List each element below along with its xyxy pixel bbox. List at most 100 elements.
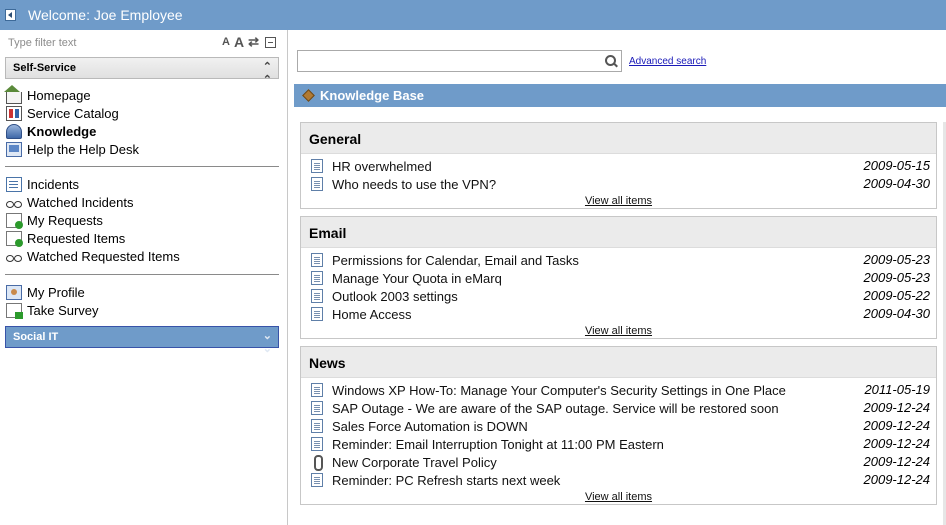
profile-icon <box>6 284 22 300</box>
home-icon <box>4 85 22 104</box>
survey-icon <box>6 302 23 319</box>
nav-item-label: Knowledge <box>27 123 97 139</box>
article-title-link[interactable]: Outlook 2003 settings <box>332 289 458 304</box>
kb-article-row[interactable]: Outlook 2003 settings 2009-05-22 <box>301 287 936 305</box>
help-desk-icon <box>6 141 22 157</box>
glasses-icon <box>6 249 22 264</box>
request-icon <box>6 212 23 229</box>
article-title-link[interactable]: Windows XP How-To: Manage Your Computer'… <box>332 383 786 398</box>
self-service-header[interactable]: Self-Service ⌃ ⌃ <box>5 57 279 86</box>
kb-article-row[interactable]: Windows XP How-To: Manage Your Computer'… <box>301 381 936 399</box>
article-date: 2009-05-23 <box>863 252 931 267</box>
article-date: 2009-05-23 <box>863 270 931 285</box>
article-title-link[interactable]: Sales Force Automation is DOWN <box>332 419 528 434</box>
kb-article-row[interactable]: Permissions for Calendar, Email and Task… <box>301 251 936 269</box>
nav-item-take-survey[interactable]: Take Survey <box>6 301 99 319</box>
article-date: 2009-12-24 <box>863 418 931 433</box>
advanced-search-link[interactable]: Advanced search <box>629 56 706 67</box>
article-date: 2009-05-15 <box>863 158 931 173</box>
article-title-link[interactable]: Permissions for Calendar, Email and Task… <box>332 253 579 268</box>
knowledge-cube-icon <box>302 89 315 102</box>
search-box <box>297 50 622 72</box>
catalog-icon <box>6 105 22 121</box>
view-all-items-link[interactable]: View all items <box>301 490 936 504</box>
kb-article-row[interactable]: Reminder: Email Interruption Tonight at … <box>301 435 936 453</box>
article-title-link[interactable]: Reminder: PC Refresh starts next week <box>332 473 560 488</box>
article-date: 2009-12-24 <box>863 454 931 469</box>
kb-article-row[interactable]: SAP Outage - We are aware of the SAP out… <box>301 399 936 417</box>
article-date: 2011-05-19 <box>864 382 930 397</box>
paperclip-icon <box>311 455 323 471</box>
nav-item-my-profile[interactable]: My Profile <box>6 283 99 301</box>
nav-item-watched-requested-items[interactable]: Watched Requested Items <box>6 247 180 265</box>
knowledge-base-title: Knowledge Base <box>320 88 425 103</box>
article-date: 2009-04-30 <box>863 176 931 191</box>
article-title-link[interactable]: SAP Outage - We are aware of the SAP out… <box>332 401 779 416</box>
self-service-label: Self-Service <box>13 62 76 74</box>
kb-section-news: News Windows XP How-To: Manage Your Compu… <box>300 346 937 505</box>
nav-item-label: Watched Requested Items <box>27 248 180 264</box>
kb-article-row[interactable]: Who needs to use the VPN? 2009-04-30 <box>301 175 936 193</box>
nav-item-label: Incidents <box>27 176 80 192</box>
nav-item-label: Service Catalog <box>27 105 119 121</box>
article-date: 2009-05-22 <box>863 288 931 303</box>
filter-input[interactable] <box>4 35 204 51</box>
nav-item-my-requests[interactable]: My Requests <box>6 211 180 229</box>
article-title-link[interactable]: HR overwhelmed <box>332 159 432 174</box>
social-it-label: Social IT <box>13 331 59 343</box>
filter-row: A A ⇄ <box>0 30 288 54</box>
list-icon <box>6 176 22 192</box>
document-icon <box>311 307 323 321</box>
welcome-text: Welcome: Joe Employee <box>28 7 183 23</box>
nav-item-watched-incidents[interactable]: Watched Incidents <box>6 193 180 211</box>
article-date: 2009-12-24 <box>863 400 931 415</box>
nav-item-help-the-help-desk[interactable]: Help the Help Desk <box>6 140 139 158</box>
view-all-items-link[interactable]: View all items <box>301 324 936 338</box>
nav-group-profile: My Profile Take Survey <box>6 283 99 319</box>
document-icon <box>311 159 323 173</box>
nav-item-service-catalog[interactable]: Service Catalog <box>6 104 139 122</box>
article-date: 2009-12-24 <box>863 436 931 451</box>
nav-item-incidents[interactable]: Incidents <box>6 175 180 193</box>
document-icon <box>311 401 323 415</box>
article-title-link[interactable]: Who needs to use the VPN? <box>332 177 496 192</box>
nav-item-label: Take Survey <box>27 302 99 318</box>
kb-article-row[interactable]: Reminder: PC Refresh starts next week 200… <box>301 471 936 489</box>
nav-item-knowledge[interactable]: Knowledge <box>6 122 139 140</box>
glasses-icon <box>6 195 22 210</box>
nav-item-homepage[interactable]: Homepage <box>4 85 139 104</box>
document-icon <box>311 383 323 397</box>
nav-group-requests: Incidents Watched Incidents My Requests Req… <box>6 175 180 265</box>
document-icon <box>311 253 323 267</box>
article-date: 2009-04-30 <box>863 306 931 321</box>
nav-item-label: My Requests <box>27 212 103 228</box>
nav-item-label: Help the Help Desk <box>27 141 139 157</box>
nav-item-label: Watched Incidents <box>27 194 134 210</box>
chevron-up-icon[interactable]: ⌃ ⌃ <box>263 60 272 86</box>
view-all-items-link[interactable]: View all items <box>301 194 936 208</box>
collapse-nav-icon[interactable] <box>5 9 16 21</box>
kb-article-row[interactable]: Home Access 2009-04-30 <box>301 305 936 323</box>
document-icon <box>311 177 323 191</box>
article-title-link[interactable]: New Corporate Travel Policy <box>332 455 497 470</box>
collapse-all-icon[interactable] <box>264 36 276 48</box>
nav-item-requested-items[interactable]: Requested Items <box>6 229 180 247</box>
kb-section-general: General HR overwhelmed 2009-05-15 Who needs… <box>300 122 937 209</box>
kb-article-row[interactable]: Manage Your Quota in eMarq 2009-05-23 <box>301 269 936 287</box>
left-navigator: A A ⇄ Self-Service ⌃⌃ Homepage Service Ca… <box>0 30 288 525</box>
kb-article-row[interactable]: New Corporate Travel Policy 2009-12-24 <box>301 453 936 471</box>
font-smaller-icon[interactable]: A <box>222 34 230 50</box>
refresh-icon[interactable]: ⇄ <box>248 34 259 50</box>
search-icon[interactable] <box>604 54 618 68</box>
article-title-link[interactable]: Home Access <box>332 307 411 322</box>
font-larger-icon[interactable]: A <box>234 34 244 50</box>
article-title-link[interactable]: Manage Your Quota in eMarq <box>332 271 502 286</box>
chevron-down-icon[interactable]: ⌄ ⌄ <box>263 329 272 355</box>
search-input[interactable] <box>298 51 598 71</box>
article-title-link[interactable]: Reminder: Email Interruption Tonight at … <box>332 437 664 452</box>
kb-article-row[interactable]: HR overwhelmed 2009-05-15 <box>301 157 936 175</box>
document-icon <box>311 473 323 487</box>
social-it-header[interactable]: Social IT ⌄ ⌄ <box>5 326 279 355</box>
document-icon <box>311 289 323 303</box>
kb-article-row[interactable]: Sales Force Automation is DOWN 2009-12-24 <box>301 417 936 435</box>
